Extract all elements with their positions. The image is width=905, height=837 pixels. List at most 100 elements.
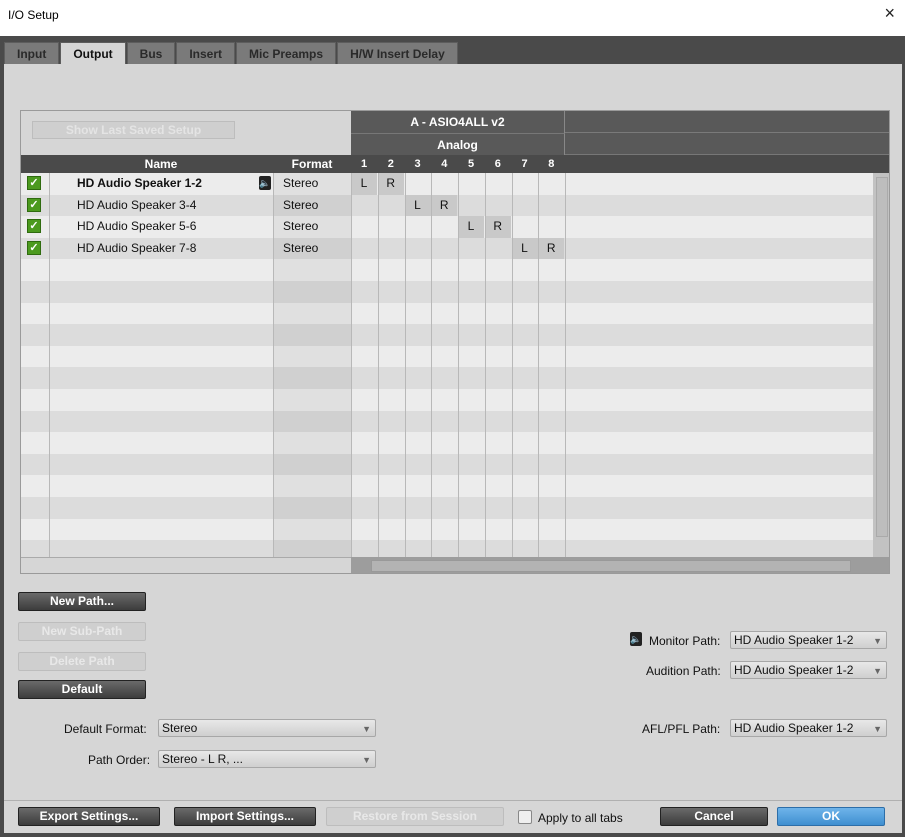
channel-assignment-cell[interactable]: R bbox=[431, 194, 458, 217]
tab-input[interactable]: Input bbox=[4, 42, 60, 64]
grid-line bbox=[538, 173, 540, 557]
path-rows: ✓ HD Audio Speaker 1-2 🔈 Stereo L R ✓ HD Audio … bbox=[21, 173, 889, 562]
channel-header: 1 bbox=[360, 158, 368, 170]
default-button[interactable]: Default bbox=[18, 680, 146, 699]
apply-to-all-tabs-label: Apply to all tabs bbox=[538, 811, 623, 825]
tab-insert[interactable]: Insert bbox=[176, 42, 236, 64]
channel-header: 7 bbox=[521, 158, 528, 170]
channel-assignment-cell[interactable]: L bbox=[351, 173, 377, 195]
path-name[interactable]: HD Audio Speaker 5-6 bbox=[77, 219, 196, 233]
new-path-button[interactable]: New Path... bbox=[18, 592, 146, 611]
path-name[interactable]: HD Audio Speaker 1-2 bbox=[77, 176, 202, 190]
grid-line bbox=[431, 173, 433, 557]
output-panel: Show Last Saved Setup A - ASIO4ALL v2 An… bbox=[4, 64, 902, 833]
path-name[interactable]: HD Audio Speaker 7-8 bbox=[77, 241, 196, 255]
import-settings-button[interactable]: Import Settings... bbox=[174, 807, 316, 826]
export-settings-button[interactable]: Export Settings... bbox=[18, 807, 160, 826]
table-row bbox=[21, 410, 873, 433]
close-icon[interactable]: × bbox=[884, 3, 895, 24]
path-order-label: Path Order: bbox=[88, 753, 151, 767]
grid-line bbox=[565, 173, 566, 557]
table-row bbox=[21, 518, 873, 541]
device-header-empty bbox=[565, 111, 889, 155]
afl-pfl-path-label: AFL/PFL Path: bbox=[642, 722, 721, 736]
tab-bus[interactable]: Bus bbox=[126, 42, 176, 64]
path-order-value: Stereo - L R, ... bbox=[162, 752, 243, 766]
table-row bbox=[21, 324, 873, 346]
grid-line bbox=[458, 173, 459, 557]
monitor-speaker-icon: 🔈 bbox=[259, 176, 271, 190]
grid-line bbox=[273, 173, 274, 557]
vertical-scroll-thumb[interactable] bbox=[876, 177, 888, 537]
table-row bbox=[21, 259, 873, 281]
audition-path-value: HD Audio Speaker 1-2 bbox=[734, 663, 854, 677]
monitor-speaker-icon: 🔈 bbox=[630, 632, 642, 646]
apply-to-all-tabs-checkbox[interactable] bbox=[518, 810, 532, 824]
channel-assignment-cell[interactable]: R bbox=[377, 173, 404, 195]
path-active-checkbox[interactable]: ✓ bbox=[27, 176, 41, 190]
grid-line bbox=[484, 173, 486, 557]
table-row[interactable]: ✓ HD Audio Speaker 5-6 Stereo L R bbox=[21, 216, 873, 238]
path-active-checkbox[interactable]: ✓ bbox=[27, 219, 41, 234]
table-row bbox=[21, 302, 873, 325]
grid-line bbox=[351, 173, 352, 557]
window-title: I/O Setup bbox=[8, 8, 59, 22]
path-active-checkbox[interactable]: ✓ bbox=[27, 197, 41, 212]
table-row bbox=[21, 389, 873, 411]
grid-line bbox=[377, 173, 379, 557]
afl-pfl-path-select[interactable]: HD Audio Speaker 1-2 ▼ bbox=[730, 719, 887, 737]
delete-path-button[interactable]: Delete Path bbox=[18, 652, 146, 671]
channel-assignment-cell[interactable]: R bbox=[538, 237, 565, 260]
path-active-checkbox[interactable]: ✓ bbox=[27, 240, 41, 255]
device-header: A - ASIO4ALL v2 bbox=[351, 111, 565, 133]
matrix-footer bbox=[21, 557, 351, 573]
default-format-label: Default Format: bbox=[64, 722, 147, 736]
default-format-select[interactable]: Stereo ▼ bbox=[158, 719, 376, 737]
monitor-path-value: HD Audio Speaker 1-2 bbox=[734, 633, 854, 647]
show-last-saved-button[interactable]: Show Last Saved Setup bbox=[32, 121, 235, 139]
horizontal-scrollbar[interactable] bbox=[351, 557, 889, 573]
chevron-down-icon: ▼ bbox=[873, 666, 882, 676]
table-row[interactable]: ✓ HD Audio Speaker 7-8 Stereo L R bbox=[21, 237, 873, 260]
chevron-down-icon: ▼ bbox=[362, 755, 371, 765]
table-row bbox=[21, 281, 873, 303]
tab-output[interactable]: Output bbox=[60, 42, 126, 64]
matrix-header-left: Show Last Saved Setup bbox=[21, 111, 351, 155]
tab-h-w-insert-delay[interactable]: H/W Insert Delay bbox=[337, 42, 458, 64]
table-row bbox=[21, 475, 873, 497]
table-row bbox=[21, 367, 873, 389]
horizontal-scroll-thumb[interactable] bbox=[371, 560, 851, 572]
column-header-row: Name Format 1 2 3 4 5 6 7 8 bbox=[21, 155, 889, 173]
device-group-header: Analog bbox=[351, 133, 565, 155]
table-row[interactable]: ✓ HD Audio Speaker 1-2 🔈 Stereo L R bbox=[21, 173, 873, 195]
path-order-select[interactable]: Stereo - L R, ... ▼ bbox=[158, 750, 376, 768]
ok-button[interactable]: OK bbox=[777, 807, 885, 826]
afl-pfl-path-value: HD Audio Speaker 1-2 bbox=[734, 721, 854, 735]
channel-header: 5 bbox=[467, 158, 475, 170]
channel-assignment-cell[interactable]: L bbox=[458, 216, 484, 238]
monitor-path-label: Monitor Path: bbox=[649, 634, 721, 648]
audition-path-select[interactable]: HD Audio Speaker 1-2 ▼ bbox=[730, 661, 887, 679]
grid-line bbox=[404, 173, 406, 557]
chevron-down-icon: ▼ bbox=[873, 636, 882, 646]
chevron-down-icon: ▼ bbox=[362, 724, 371, 734]
channel-header: 8 bbox=[548, 158, 555, 170]
channel-assignment-cell[interactable]: L bbox=[404, 194, 431, 217]
channel-header: 6 bbox=[494, 158, 501, 170]
audition-path-label: Audition Path: bbox=[646, 664, 721, 678]
cancel-button[interactable]: Cancel bbox=[660, 807, 768, 826]
tab-mic-preamps[interactable]: Mic Preamps bbox=[236, 42, 337, 64]
new-sub-path-button[interactable]: New Sub-Path bbox=[18, 622, 146, 641]
path-name[interactable]: HD Audio Speaker 3-4 bbox=[77, 198, 196, 212]
bottom-bar: Export Settings... Import Settings... Re… bbox=[4, 800, 902, 833]
vertical-scrollbar[interactable] bbox=[873, 173, 889, 557]
monitor-path-select[interactable]: HD Audio Speaker 1-2 ▼ bbox=[730, 631, 887, 649]
channel-assignment-cell[interactable]: R bbox=[484, 216, 511, 238]
channel-assignment-cell[interactable]: L bbox=[511, 237, 538, 260]
channel-header: 2 bbox=[387, 158, 394, 170]
table-row[interactable]: ✓ HD Audio Speaker 3-4 Stereo L R bbox=[21, 194, 873, 217]
table-row bbox=[21, 453, 873, 476]
restore-from-session-button[interactable]: Restore from Session bbox=[326, 807, 504, 826]
tab-bar: Input Output Bus Insert Mic Preamps H/W Inser… bbox=[4, 42, 459, 64]
title-bar: I/O Setup × bbox=[0, 0, 905, 30]
